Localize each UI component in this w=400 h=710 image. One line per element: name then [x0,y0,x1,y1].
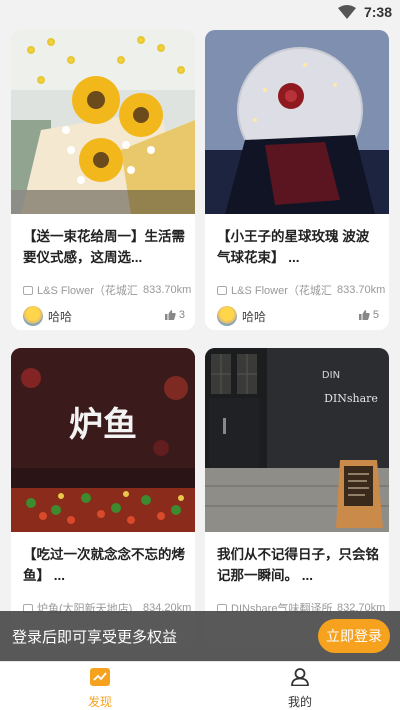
store-icon [217,285,227,295]
bottom-tab-bar: 发现 我的 [0,661,400,710]
shop-distance: 833.70km [143,284,191,296]
post-title[interactable]: 【送一束花给周一】生活需要仪式感，这周选... [23,226,185,268]
store-mark-text: DIN [322,370,340,381]
status-bar: 7:38 [0,0,400,26]
post-card[interactable]: 炉鱼 【吃过一次就念念不忘的烤鱼】 ... 炉鱼(太阳新天地店) 834.20k… [11,348,195,648]
tab-profile[interactable]: 我的 [200,662,400,710]
profile-icon [291,668,309,686]
post-card[interactable]: 【送一束花给周一】生活需要仪式感，这周选... L&S Flower（花城汇 8… [11,30,195,330]
discover-icon [90,668,110,686]
post-author[interactable]: 哈哈 [23,306,72,326]
like-button[interactable]: 3 [164,309,185,321]
status-time: 7:38 [363,4,392,20]
tab-discover[interactable]: 发现 [0,662,200,710]
post-image-sunflower-bouquet[interactable] [11,30,195,214]
tab-discover-label: 发现 [87,695,112,709]
wifi-icon [338,5,356,19]
shop-info[interactable]: L&S Flower（花城汇 833.70km [23,282,191,298]
avatar[interactable] [23,306,43,326]
shop-distance: 833.70km [337,284,385,296]
login-prompt-banner: 登录后即可享受更多权益 立即登录 [0,611,400,661]
tab-profile-label: 我的 [287,695,312,709]
login-prompt-text: 登录后即可享受更多权益 [12,628,178,646]
thumbs-up-icon [164,310,176,320]
post-card[interactable]: DIN DINshare 我们从不记得日子，只会铭记那一瞬间。 ... DINs… [205,348,389,648]
avatar[interactable] [217,306,237,326]
login-button[interactable]: 立即登录 [318,619,390,653]
post-author[interactable]: 哈哈 [217,306,266,326]
store-logo-text: DINshare [324,392,378,405]
post-title[interactable]: 【吃过一次就念念不忘的烤鱼】 ... [23,544,185,586]
author-name: 哈哈 [242,309,267,324]
post-image-storefront[interactable]: DIN DINshare [205,348,389,532]
post-card[interactable]: 【小王子的星球玫瑰 波波气球花束】 ... L&S Flower（花城汇 833… [205,30,389,330]
post-image-rose-balloon-bouquet[interactable] [205,30,389,214]
shop-name: L&S Flower（花城汇 [37,285,138,297]
shop-info[interactable]: L&S Flower（花城汇 833.70km [217,282,385,298]
store-icon [23,285,33,295]
thumbs-up-icon [358,310,370,320]
post-title[interactable]: 【小王子的星球玫瑰 波波气球花束】 ... [217,226,379,268]
like-button[interactable]: 5 [358,309,379,321]
post-title[interactable]: 我们从不记得日子，只会铭记那一瞬间。 ... [217,544,379,586]
author-name: 哈哈 [48,309,73,324]
post-image-grilled-fish[interactable]: 炉鱼 [11,348,195,532]
shop-name: L&S Flower（花城汇 [231,285,332,297]
like-count: 3 [178,309,185,321]
like-count: 5 [372,309,379,321]
fish-sign-text: 炉鱼 [69,405,137,445]
